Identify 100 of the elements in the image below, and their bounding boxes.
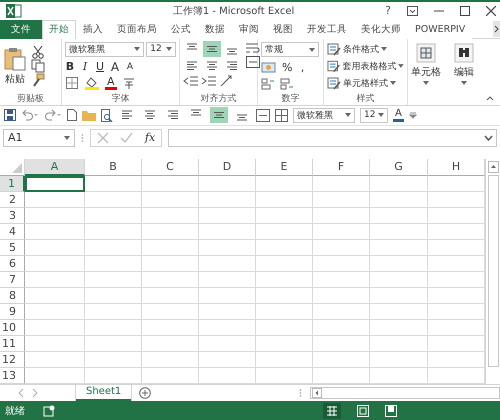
undo-icon[interactable] [21, 109, 39, 122]
page-layout-icon[interactable] [357, 404, 369, 417]
cells-button[interactable]: 单元格 [411, 40, 441, 85]
row-header[interactable]: 3 [0, 208, 25, 224]
table-cell [313, 176, 370, 192]
wrap-text-icon[interactable] [245, 40, 261, 55]
increase-decimal-icon[interactable] [261, 78, 275, 90]
styles-menu-button[interactable]: 套用表格格式 [327, 60, 404, 73]
row-header[interactable]: 7 [0, 272, 25, 288]
increase-indent-icon[interactable] [201, 74, 217, 88]
italic-button[interactable]: I [80, 60, 90, 74]
table-cell [25, 224, 85, 240]
table-cell [370, 240, 428, 256]
redo-icon[interactable] [44, 109, 62, 122]
check-icon[interactable] [120, 132, 134, 144]
column-header[interactable]: E [256, 159, 313, 176]
row-header[interactable]: 12 [0, 352, 25, 368]
column-header[interactable]: A [25, 159, 85, 176]
font-name-dropdown[interactable]: 微软雅黑 [65, 42, 144, 57]
name-box[interactable]: A1 [3, 128, 75, 147]
table-cell [256, 304, 313, 320]
normal-view-icon[interactable] [323, 402, 341, 419]
column-header[interactable]: F [313, 159, 370, 176]
help-button[interactable]: ? [385, 4, 391, 18]
scroll-right-icon[interactable] [493, 20, 500, 37]
column-header[interactable]: C [142, 159, 199, 176]
font-color-button[interactable]: A [105, 76, 117, 90]
table-style-icon [327, 76, 341, 90]
row-header[interactable]: 1 [0, 176, 25, 192]
formula-input[interactable] [168, 128, 497, 147]
vertical-scrollbar[interactable] [485, 159, 500, 384]
row-header[interactable]: 6 [0, 256, 25, 272]
save-icon[interactable] [4, 109, 16, 122]
insert-function-button[interactable]: fx [144, 131, 156, 144]
table-cell [25, 304, 85, 320]
decrease-indent-icon[interactable] [183, 74, 199, 88]
decrease-decimal-icon[interactable] [280, 78, 294, 90]
currency-icon[interactable] [261, 60, 277, 75]
table-cell [142, 192, 199, 208]
file-tab[interactable]: 文件 [0, 20, 42, 39]
merge-cells-icon[interactable] [256, 108, 270, 122]
new-file-icon[interactable] [67, 109, 77, 122]
scrollbar-thumb[interactable] [488, 175, 498, 368]
row-header[interactable]: 4 [0, 224, 25, 240]
ribbon-tab[interactable]: 开始 [42, 20, 76, 39]
row-header[interactable]: 5 [0, 240, 25, 256]
paste-button[interactable]: 粘贴 [3, 46, 27, 86]
styles-menu-button[interactable]: 条件格式 [327, 42, 404, 56]
expand-icon[interactable] [484, 134, 493, 141]
row-header[interactable]: 10 [0, 320, 25, 336]
table-cell [199, 192, 256, 208]
fill-color-icon[interactable] [84, 76, 100, 90]
column-header[interactable]: H [428, 159, 485, 176]
sheet-tab[interactable]: Sheet1 [76, 384, 132, 401]
customize-toolbar-icon[interactable] [408, 111, 417, 120]
active-cell[interactable] [25, 176, 85, 192]
font-color-button[interactable]: A [393, 108, 404, 122]
splitter-icon[interactable] [299, 388, 302, 398]
close-icon[interactable] [486, 6, 496, 16]
editing-button[interactable]: 编辑 [447, 40, 481, 85]
percent-button[interactable]: % [282, 60, 292, 75]
add-sheet-icon[interactable] [139, 387, 152, 400]
row-header[interactable]: 9 [0, 304, 25, 320]
increase-font-button[interactable]: A [110, 60, 120, 74]
bold-button[interactable]: B [65, 60, 75, 74]
page-break-icon[interactable] [385, 404, 397, 417]
number-format-dropdown[interactable]: 常规 [261, 42, 319, 58]
font-size-dropdown[interactable]: 12 [146, 42, 176, 57]
row-header[interactable]: 2 [0, 192, 25, 208]
row-header[interactable]: 8 [0, 288, 25, 304]
comma-button[interactable]: , [297, 60, 308, 75]
brush-icon[interactable] [31, 73, 45, 88]
print-preview-icon[interactable] [101, 108, 113, 122]
copy-icon[interactable] [31, 59, 45, 74]
scroll-up-icon[interactable] [488, 161, 498, 174]
scissors-icon[interactable] [31, 45, 45, 60]
column-header[interactable]: D [199, 159, 256, 176]
font-size-dropdown[interactable]: 12 [360, 108, 388, 123]
column-header[interactable]: G [370, 159, 428, 176]
maximize-icon[interactable] [460, 6, 470, 16]
ribbon-display-icon[interactable] [407, 6, 418, 16]
row-header[interactable]: 13 [0, 368, 25, 384]
underline-button[interactable]: U [95, 60, 105, 74]
font-name-dropdown[interactable]: 微软雅黑 [293, 108, 355, 123]
macro-record-icon[interactable] [43, 404, 55, 417]
table-cell [199, 256, 256, 272]
styles-menu-button[interactable]: 单元格样式 [327, 76, 404, 90]
merge-cells-icon[interactable] [245, 54, 261, 69]
borders-icon[interactable] [275, 108, 288, 122]
collapse-ribbon-icon[interactable] [486, 94, 494, 101]
phonetic-icon[interactable] [122, 76, 136, 90]
horizontal-scrollbar[interactable] [310, 387, 500, 400]
column-header[interactable]: B [85, 159, 142, 176]
align-middle-icon[interactable] [210, 107, 228, 124]
row-header[interactable]: 11 [0, 336, 25, 352]
align-middle-icon[interactable] [203, 40, 221, 57]
decrease-font-button[interactable]: A [125, 60, 135, 74]
table-cell [142, 352, 199, 368]
borders-icon[interactable] [65, 76, 79, 90]
scroll-left-icon[interactable] [312, 388, 322, 398]
